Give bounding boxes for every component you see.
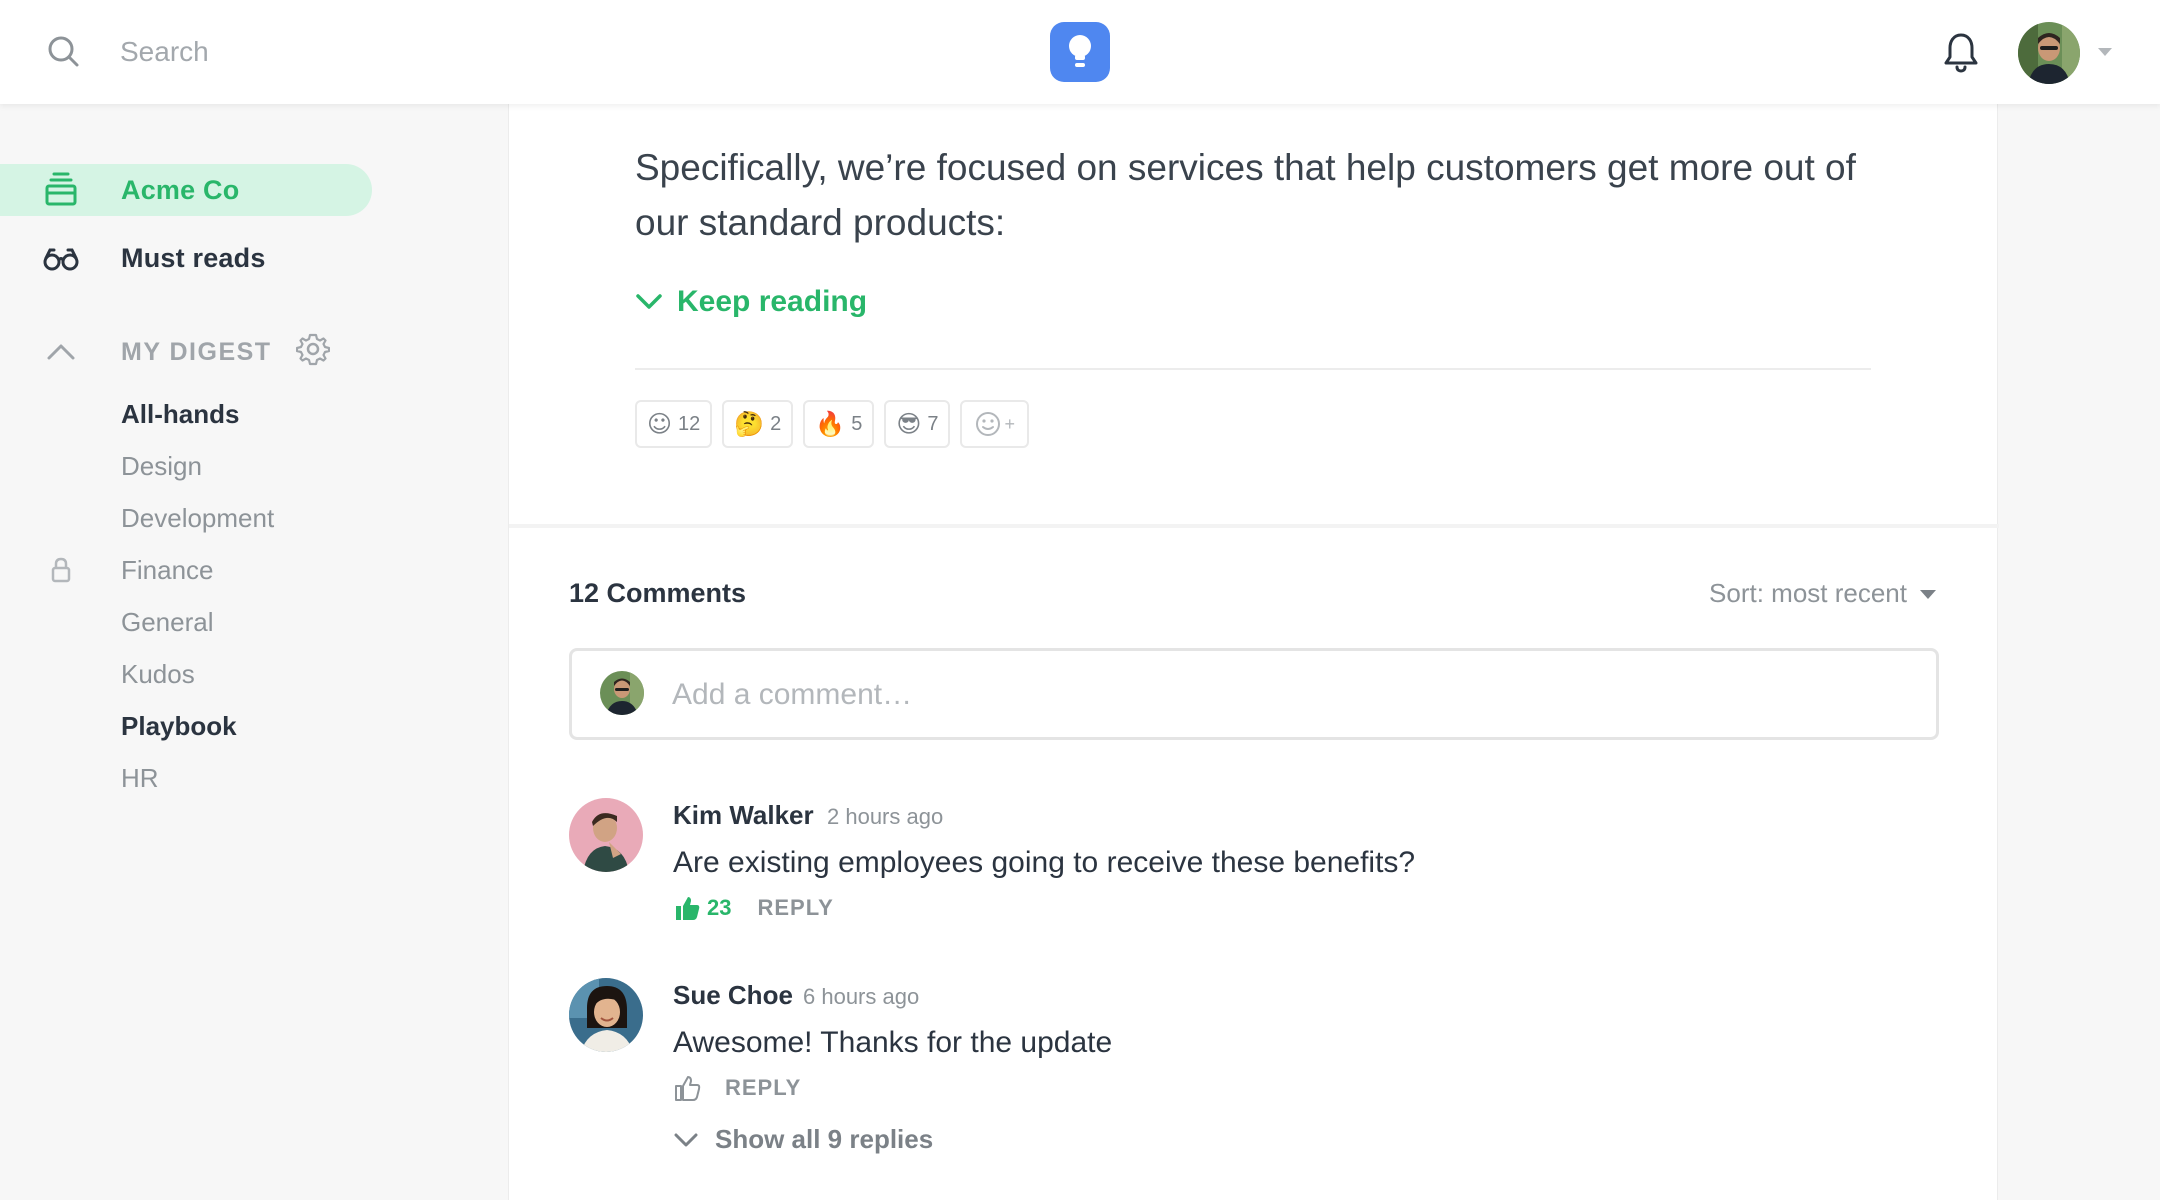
top-bar: [0, 0, 2160, 104]
sort-label: Sort: most recent: [1709, 578, 1907, 608]
chevron-up-icon[interactable]: [46, 342, 76, 362]
article-text: Specifically, we’re focused on services …: [635, 147, 1856, 243]
caret-down-icon[interactable]: [2096, 46, 2114, 58]
sidebar-item-must-reads[interactable]: Must reads: [0, 232, 372, 284]
user-avatar[interactable]: [2018, 22, 2080, 84]
digest-header: MY DIGEST: [0, 326, 400, 378]
like-count: 23: [707, 895, 732, 920]
like-button[interactable]: 23: [673, 894, 731, 922]
sunglasses-emoji-icon: 😎: [896, 410, 922, 438]
avatar[interactable]: [569, 978, 643, 1052]
comment-time: 6 hours ago: [803, 984, 920, 1009]
comment-item: Sue Choe 6 hours ago Awesome! Thanks for…: [569, 978, 1939, 1178]
comment-composer: [569, 648, 1939, 740]
search-input[interactable]: [120, 30, 720, 74]
comment-item: Kim Walker 2 hours ago Are existing empl…: [569, 798, 1939, 928]
sidebar-item-label: Acme Co: [121, 174, 240, 205]
smiley-outline-icon: [976, 412, 1001, 436]
like-button[interactable]: [673, 1074, 701, 1102]
comment-actions: REPLY: [673, 1074, 801, 1102]
gear-icon[interactable]: [296, 332, 330, 366]
thumbs-up-icon: [676, 897, 700, 920]
reaction-thinking[interactable]: 🤔 2: [722, 400, 794, 448]
comment-author[interactable]: Sue Choe: [673, 980, 793, 1011]
add-reaction-button[interactable]: +: [960, 400, 1029, 448]
comment-actions: 23 REPLY: [673, 894, 834, 922]
chevron-down-icon: [674, 1133, 698, 1146]
reaction-count: 12: [678, 412, 701, 435]
comment-author[interactable]: Kim Walker: [673, 800, 814, 831]
sidebar: Acme Co Must reads MY DIGEST All-hands D…: [0, 104, 508, 1200]
channel-playbook[interactable]: Playbook: [121, 708, 237, 744]
comment-body: Are existing employees going to receive …: [673, 846, 1416, 879]
caret-down-icon: [1920, 589, 1936, 599]
reaction-count: 5: [851, 412, 863, 435]
thumbs-up-outline-icon: [675, 1076, 701, 1101]
sidebar-item-acme-co[interactable]: Acme Co: [0, 164, 372, 216]
add-reaction-plus: +: [1004, 413, 1015, 434]
digest-title: MY DIGEST: [121, 338, 272, 366]
show-replies-label: Show all 9 replies: [715, 1124, 934, 1154]
reactions-bar: ☺ 12 🤔 2 🔥 5 😎 7 +: [635, 400, 1039, 448]
sort-dropdown[interactable]: Sort: most recent: [1709, 578, 1937, 609]
channel-design[interactable]: Design: [121, 448, 202, 484]
keep-reading-button[interactable]: Keep reading: [635, 276, 867, 328]
sidebar-item-label: Must reads: [121, 242, 266, 273]
comment-time: 2 hours ago: [827, 804, 944, 829]
reaction-smile[interactable]: ☺ 12: [635, 400, 713, 448]
section-separator: [509, 524, 1999, 528]
inbox-icon: [45, 172, 77, 206]
channel-hr[interactable]: HR: [121, 760, 159, 796]
reply-button[interactable]: REPLY: [725, 1075, 801, 1101]
fire-emoji-icon: 🔥: [815, 410, 846, 438]
main-content: Specifically, we’re focused on services …: [508, 104, 1999, 1200]
chevron-down-icon: [636, 294, 662, 309]
show-replies-button[interactable]: Show all 9 replies: [673, 1124, 933, 1155]
bell-icon[interactable]: [1940, 30, 1982, 74]
article: Specifically, we’re focused on services …: [509, 104, 1999, 524]
avatar: [600, 671, 644, 715]
search-icon[interactable]: [44, 32, 84, 72]
channel-development[interactable]: Development: [121, 500, 274, 536]
avatar[interactable]: [569, 798, 643, 872]
channel-all-hands[interactable]: All-hands: [121, 396, 239, 432]
smile-emoji-icon: ☺: [647, 410, 673, 438]
thinking-emoji-icon: 🤔: [734, 410, 765, 438]
reaction-count: 2: [770, 412, 782, 435]
reply-button[interactable]: REPLY: [757, 895, 833, 921]
glasses-icon: [43, 248, 79, 271]
comments-count-title: 12 Comments: [569, 578, 747, 608]
reaction-cool[interactable]: 😎 7: [884, 400, 951, 448]
comment-input[interactable]: [672, 673, 1872, 717]
channel-kudos[interactable]: Kudos: [121, 656, 195, 692]
channel-general[interactable]: General: [121, 604, 214, 640]
reaction-count: 7: [927, 412, 939, 435]
lightbulb-icon[interactable]: [1050, 22, 1110, 82]
lock-icon: [51, 557, 71, 583]
keep-reading-label: Keep reading: [677, 285, 868, 318]
channel-finance[interactable]: Finance: [121, 552, 214, 588]
divider: [635, 368, 1871, 370]
reaction-fire[interactable]: 🔥 5: [803, 400, 875, 448]
comment-body: Awesome! Thanks for the update: [673, 1026, 1113, 1059]
